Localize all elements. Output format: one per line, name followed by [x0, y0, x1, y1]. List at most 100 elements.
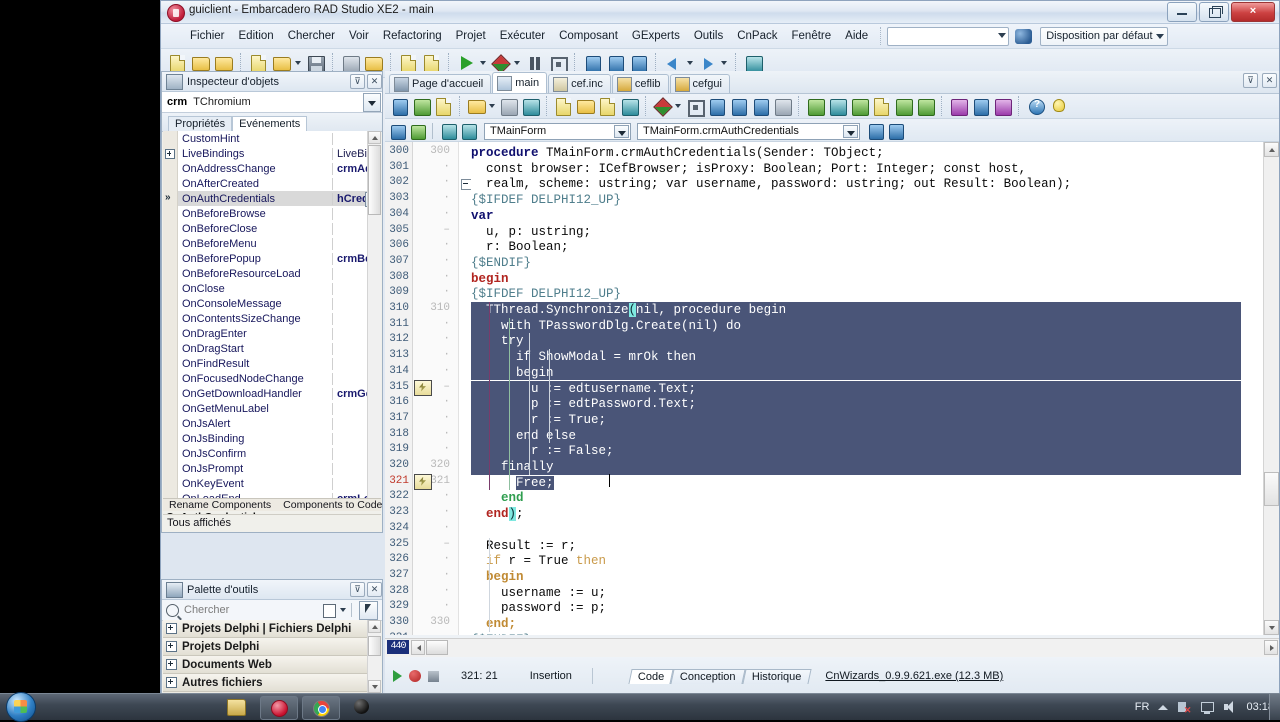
- scroll-thumb[interactable]: [368, 636, 381, 656]
- cnpack-grid-icon[interactable]: [827, 96, 848, 117]
- class-view-icon[interactable]: [887, 122, 904, 141]
- chevron-down-icon[interactable]: [843, 124, 858, 138]
- interface-nav-icon[interactable]: [440, 122, 457, 141]
- show-desktop-button[interactable]: [1269, 694, 1280, 720]
- chevron-down-icon[interactable]: [479, 53, 488, 73]
- expand-icon[interactable]: [166, 623, 177, 634]
- chevron-down-icon[interactable]: [363, 93, 381, 112]
- gexperts-rename-icon[interactable]: [970, 96, 991, 117]
- bookmark-icon[interactable]: [414, 379, 432, 396]
- property-row[interactable]: OnJsPrompt: [163, 461, 381, 476]
- chevron-down-icon[interactable]: [294, 53, 303, 73]
- expand-icon[interactable]: [166, 659, 177, 670]
- palette-category[interactable]: Projets Delphi | Fichiers Delphi: [163, 620, 381, 638]
- palette-category[interactable]: Projets Delphi: [163, 638, 381, 656]
- class-combo[interactable]: TMainForm: [484, 122, 631, 140]
- code-line[interactable]: begin: [471, 569, 1241, 585]
- code-line[interactable]: var: [471, 208, 1241, 224]
- gexperts-grep-icon[interactable]: [948, 96, 969, 117]
- expand-icon[interactable]: [166, 677, 177, 688]
- code-line[interactable]: const browser: ICefBrowser; isProxy: Boo…: [471, 161, 1241, 177]
- code-line[interactable]: end;: [471, 616, 1241, 632]
- scroll-thumb[interactable]: [368, 145, 381, 215]
- view-form-icon[interactable]: [411, 96, 432, 117]
- code-line[interactable]: Result := r;: [471, 538, 1241, 554]
- cnpack-wizard-icon[interactable]: [805, 96, 826, 117]
- palette-filter-icon[interactable]: [320, 601, 339, 620]
- volume-icon[interactable]: [1223, 700, 1237, 714]
- palette-category[interactable]: Autres fichiers: [163, 674, 381, 692]
- scroll-up-button[interactable]: [1264, 142, 1279, 157]
- chevron-down-icon[interactable]: [720, 53, 729, 73]
- tab-proprietes[interactable]: Propriétés: [168, 116, 233, 131]
- step-over-icon[interactable]: [728, 96, 749, 117]
- taskbar-app-button[interactable]: [344, 696, 380, 718]
- chevron-down-icon[interactable]: [686, 53, 695, 73]
- code-line[interactable]: u := edtusername.Text;: [471, 381, 1241, 397]
- code-line[interactable]: r: Boolean;: [471, 239, 1241, 255]
- add-to-project-icon[interactable]: [575, 96, 596, 117]
- code-line[interactable]: procedure TMainForm.crmAuthCredentials(S…: [471, 145, 1241, 161]
- property-list[interactable]: CustomHintLiveBindingsLiveBindingsOnAddr…: [163, 131, 381, 514]
- scroll-thumb[interactable]: [1264, 472, 1279, 506]
- run-icon[interactable]: [393, 670, 402, 682]
- maximize-button[interactable]: [1199, 2, 1229, 22]
- language-indicator[interactable]: FR: [1135, 701, 1150, 713]
- code-line[interactable]: {$ENDIF}: [471, 632, 1241, 635]
- editor-tab-cef-inc[interactable]: cef.inc: [548, 74, 611, 93]
- save-desktop-icon[interactable]: [1015, 28, 1033, 44]
- show-hidden-icons-icon[interactable]: [1158, 700, 1169, 714]
- run-to-cursor-icon[interactable]: [750, 96, 771, 117]
- code-line[interactable]: Free;: [471, 475, 1241, 491]
- scroll-up-button[interactable]: [368, 620, 381, 633]
- menu-refactoring[interactable]: Refactoring: [376, 27, 449, 45]
- cnpack-code-icon[interactable]: [893, 96, 914, 117]
- display-icon[interactable]: [1200, 700, 1215, 714]
- editor-tab-cefgui[interactable]: cefgui: [669, 74, 730, 93]
- code-line[interactable]: end);: [471, 506, 1241, 522]
- minimize-button[interactable]: [1167, 2, 1197, 22]
- scroll-up-button[interactable]: [368, 131, 381, 144]
- pin-icon[interactable]: ⊽: [350, 582, 365, 597]
- code-line[interactable]: u, p: ustring;: [471, 224, 1241, 240]
- menu-projet[interactable]: Projet: [449, 27, 493, 45]
- property-row[interactable]: OnBeforeResourceLoad: [163, 266, 381, 281]
- property-row[interactable]: OnKeyEvent: [163, 476, 381, 491]
- scroll-right-button[interactable]: [1264, 640, 1278, 655]
- tab-code[interactable]: Code: [628, 668, 674, 684]
- code-line[interactable]: p := edtPassword.Text;: [471, 396, 1241, 412]
- menu-aide[interactable]: Aide: [838, 27, 875, 45]
- code-line[interactable]: end else: [471, 428, 1241, 444]
- cnpack-clip-icon[interactable]: [871, 96, 892, 117]
- code-line[interactable]: TThread.Synchronize(nil, procedure begin: [471, 302, 1241, 318]
- cnpack-input-icon[interactable]: [915, 96, 936, 117]
- close-icon[interactable]: ✕: [367, 74, 382, 89]
- property-row[interactable]: OnContentsSizeChange: [163, 311, 381, 326]
- close-icon[interactable]: ✕: [367, 582, 382, 597]
- code-line[interactable]: try: [471, 333, 1241, 349]
- code-line[interactable]: if r = True then: [471, 553, 1241, 569]
- start-button[interactable]: [6, 692, 36, 722]
- pointer-tool-icon[interactable]: [359, 600, 378, 620]
- code-line[interactable]: r := True;: [471, 412, 1241, 428]
- tab-historique[interactable]: Historique: [742, 668, 811, 684]
- chevron-down-icon[interactable]: [614, 124, 629, 138]
- code-line[interactable]: finally: [471, 459, 1241, 475]
- close-button[interactable]: ×: [1231, 2, 1275, 22]
- source-code[interactable]: procedure TMainForm.crmAuthCredentials(S…: [471, 142, 1241, 635]
- unit-nav-icon[interactable]: [389, 122, 406, 141]
- search-input[interactable]: Chercher: [179, 604, 229, 616]
- code-line[interactable]: password := p;: [471, 600, 1241, 616]
- property-row[interactable]: OnJsBinding: [163, 431, 381, 446]
- property-row[interactable]: OnAddressChangecrmAddressCha: [163, 161, 381, 176]
- property-row[interactable]: OnDragStart: [163, 341, 381, 356]
- cnpack-sort-icon[interactable]: [849, 96, 870, 117]
- property-row[interactable]: OnJsAlert: [163, 416, 381, 431]
- property-row[interactable]: OnGetDownloadHandlercrmGetDownloa: [163, 386, 381, 401]
- menu-gexperts[interactable]: GExperts: [625, 27, 687, 45]
- hint-bulb-icon[interactable]: [1047, 96, 1068, 117]
- new-form-icon[interactable]: [433, 96, 454, 117]
- menu-chercher[interactable]: Chercher: [281, 27, 342, 45]
- property-row[interactable]: OnFocusedNodeChange: [163, 371, 381, 386]
- menu-fichier[interactable]: Fichier: [183, 27, 232, 45]
